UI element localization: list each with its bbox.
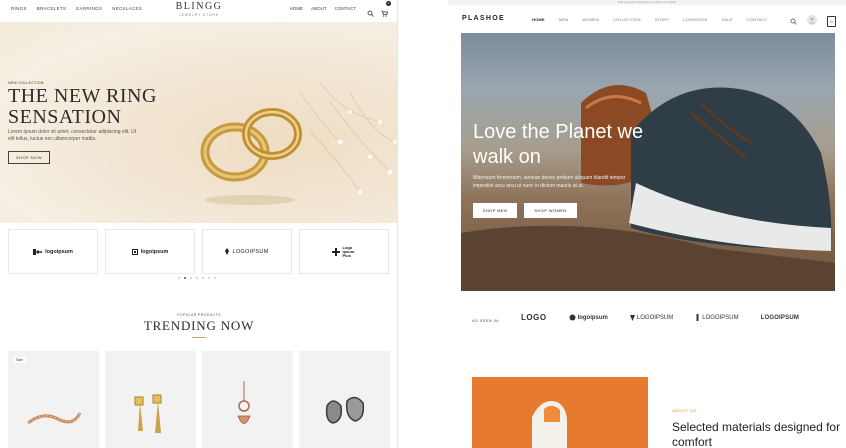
product-image xyxy=(134,394,162,433)
about-eyebrow: ABOUT US xyxy=(672,408,697,413)
section-eyebrow: POPULAR PRODUCTS xyxy=(177,313,221,317)
press-logo: LOGOIPSUM xyxy=(760,314,800,321)
carousel-dots xyxy=(178,277,216,279)
section-title: TRENDING NOW xyxy=(143,318,255,333)
nav-home[interactable]: HOME xyxy=(532,17,545,22)
nav-home[interactable]: HOME xyxy=(290,6,304,11)
logo-mark-icon xyxy=(131,248,138,255)
blingg-brand-sub: JEWELRY STORE xyxy=(179,13,219,17)
shop-men-button[interactable]: SHOP MEN xyxy=(473,203,517,218)
search-icon[interactable] xyxy=(367,4,374,17)
nav-collection[interactable]: COLLECTION xyxy=(613,17,641,22)
carousel-dot[interactable] xyxy=(196,277,198,279)
announcement-bar: Enjoy express shipping on orders over $1… xyxy=(448,0,846,5)
logo-text: Logo Ipsum Plus xyxy=(342,244,355,258)
brand-logos-row: logoipsum logoipsum LOGOIPSUM Logo Ipsum… xyxy=(8,229,389,274)
about-image xyxy=(472,377,648,448)
blingg-header: RINGS BRACELETS EARRINGS NECKLACES BLING… xyxy=(0,0,397,22)
logo-mark-icon xyxy=(569,314,576,321)
product-card[interactable] xyxy=(299,351,390,448)
blingg-header-icons: 0 xyxy=(367,1,391,17)
plashoe-header-icons: 0 xyxy=(790,12,836,30)
carousel-dot[interactable] xyxy=(214,277,216,279)
press-logos-row: LOGO logoipsum LOGOIPSUM LOGOIPSUM LOGOI… xyxy=(521,313,799,322)
about-heading: Selected materials designed for comfort xyxy=(672,420,841,448)
product-image xyxy=(237,381,251,424)
plashoe-brand[interactable]: PLASHOE xyxy=(462,15,505,22)
product-shoe-image xyxy=(532,401,567,448)
logo-card[interactable]: logoipsum xyxy=(8,229,98,274)
carousel-dot[interactable] xyxy=(178,277,180,279)
product-card[interactable]: Sale xyxy=(8,351,99,448)
logo-text: logoipsum xyxy=(45,248,73,255)
product-card[interactable] xyxy=(202,351,293,448)
logo-card[interactable]: Logo Ipsum Plus xyxy=(299,229,389,274)
product-image xyxy=(27,412,82,425)
as-seen-in-label: AS SEEN IN: xyxy=(472,318,500,323)
carousel-dot[interactable] xyxy=(202,277,204,279)
press-logo: logoipsum xyxy=(569,314,608,321)
nav-lookbook[interactable]: LOOKBOOK xyxy=(683,17,707,22)
shop-women-button[interactable]: SHOP WOMEN xyxy=(524,203,577,218)
account-icon[interactable] xyxy=(807,12,817,30)
logo-mark-icon xyxy=(33,248,43,255)
logo-mark-icon xyxy=(696,314,699,321)
carousel-dot[interactable] xyxy=(208,277,210,279)
plashoe-main-nav: HOME MEN WOMEN COLLECTION STORY LOOKBOOK… xyxy=(532,17,767,22)
hero-description: Lorem ipsum dolor sit amet, consectetur … xyxy=(8,129,137,142)
blingg-page: RINGS BRACELETS EARRINGS NECKLACES BLING… xyxy=(0,0,398,448)
product-image xyxy=(325,396,365,424)
carousel-dot[interactable] xyxy=(184,277,186,279)
sale-badge: Sale xyxy=(13,357,27,363)
hero-description: Bibendum fermentum, aenean donec pretium… xyxy=(473,175,626,189)
logo-card[interactable]: LOGOIPSUM xyxy=(202,229,292,274)
product-grid: Sale xyxy=(8,351,390,448)
logo-text: logoipsum xyxy=(140,248,169,255)
nav-contact[interactable]: CONTACT xyxy=(747,17,767,22)
cart-icon[interactable]: 0 xyxy=(381,1,391,17)
nav-about[interactable]: ABOUT xyxy=(311,6,327,11)
nav-women[interactable]: WOMEN xyxy=(582,17,599,22)
nav-men[interactable]: MEN xyxy=(559,17,569,22)
cart-count-badge: 0 xyxy=(386,1,391,6)
press-logo: LOGOIPSUM xyxy=(629,314,673,321)
logo-mark-icon xyxy=(629,314,635,321)
carousel-dot[interactable] xyxy=(190,277,192,279)
nav-sale[interactable]: SALE xyxy=(722,17,733,22)
section-divider xyxy=(192,337,206,338)
hero-title: Love the Planet we walk on xyxy=(473,121,644,168)
logo-mark-icon xyxy=(331,247,340,256)
blingg-secondary-nav: HOME ABOUT CONTACT xyxy=(290,6,356,11)
hero-title: THE NEW RING SENSATION xyxy=(8,85,157,128)
logo-mark-icon xyxy=(225,248,230,255)
logo-card[interactable]: logoipsum xyxy=(105,229,195,274)
rings-image xyxy=(200,82,397,205)
nav-story[interactable]: STORY xyxy=(655,17,670,22)
nav-contact[interactable]: CONTACT xyxy=(335,6,356,11)
plashoe-page: Enjoy express shipping on orders over $1… xyxy=(448,0,846,448)
press-logo: LOGOIPSUM xyxy=(695,314,739,321)
cart-icon[interactable]: 0 xyxy=(827,15,836,27)
search-icon[interactable] xyxy=(790,12,797,30)
press-logo: LOGO xyxy=(521,313,547,322)
plashoe-hero: Love the Planet we walk on Bibendum ferm… xyxy=(461,33,835,291)
product-card[interactable] xyxy=(105,351,196,448)
blingg-hero: NEW COLLECTION THE NEW RING SENSATION Lo… xyxy=(0,22,397,223)
shop-now-button[interactable]: SHOP NOW xyxy=(8,151,50,164)
logo-text: LOGOIPSUM xyxy=(232,248,269,255)
